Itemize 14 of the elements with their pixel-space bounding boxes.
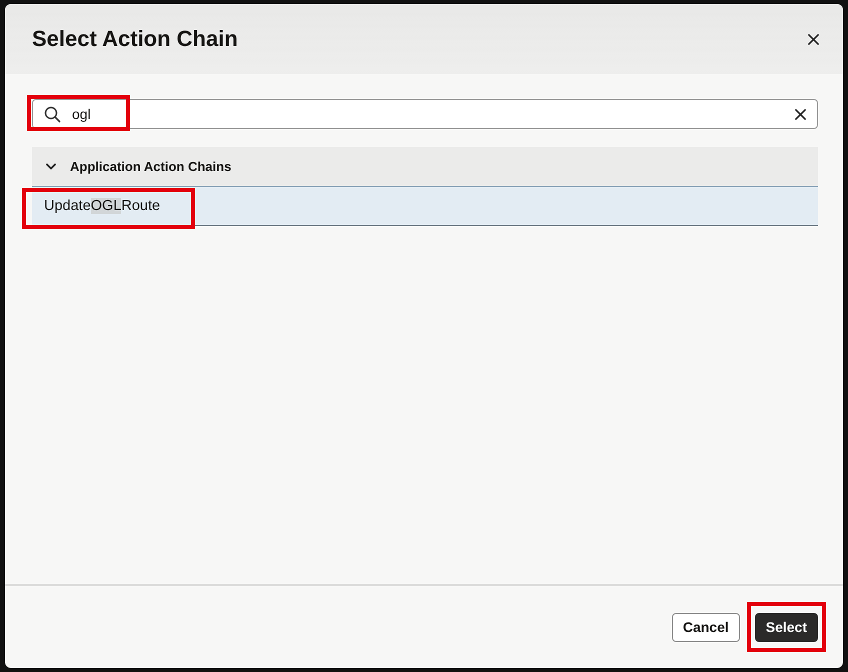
search-icon <box>44 106 61 122</box>
close-icon <box>795 108 806 120</box>
primary-button[interactable]: Select <box>754 612 818 642</box>
secondary-button[interactable]: Cancel <box>672 612 740 642</box>
group-header[interactable]: Application Action Chains <box>32 147 818 187</box>
list-item[interactable]: UpdateOGLRoute <box>32 187 818 226</box>
search-value: ogl <box>72 106 92 122</box>
match-highlight: OGL <box>90 198 122 214</box>
chevron-down-icon <box>46 163 56 170</box>
group-label: Application Action Chains <box>70 159 232 174</box>
search-field[interactable]: ogl <box>32 99 818 129</box>
clear-button[interactable] <box>793 106 808 122</box>
dialog-title: Select Action Chain <box>32 26 238 52</box>
close-icon <box>808 34 819 44</box>
